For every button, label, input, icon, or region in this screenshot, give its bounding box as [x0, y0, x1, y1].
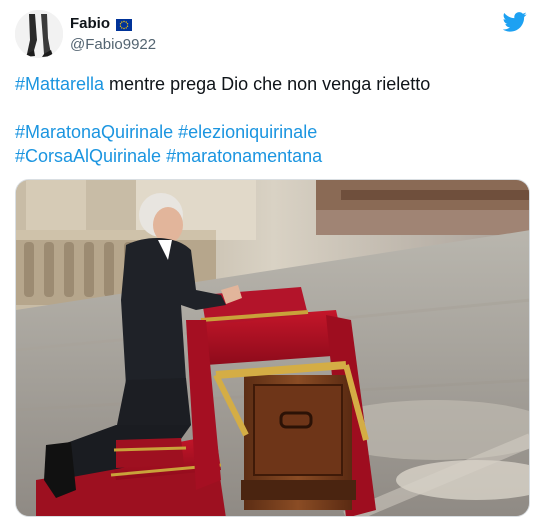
eu-flag-icon	[116, 18, 132, 31]
author-name-row[interactable]: Fabio	[70, 15, 132, 32]
tweet-body-text: mentre prega Dio che non venga rieletto	[104, 74, 431, 94]
tweet-card: Fabio @Fabio9922 #Mattarella mentre preg…	[0, 0, 537, 527]
hashtag-link[interactable]: #elezioniquirinale	[178, 122, 317, 142]
tweet-photo[interactable]	[15, 179, 530, 517]
hashtag-link[interactable]: #Mattarella	[15, 74, 104, 94]
twitter-bird-icon[interactable]	[502, 12, 527, 32]
display-name[interactable]: Fabio	[70, 15, 110, 32]
tweet-line-1: #Mattarella mentre prega Dio che non ven…	[15, 72, 515, 96]
tweet-text: #Mattarella mentre prega Dio che non ven…	[15, 72, 515, 168]
hashtag-link[interactable]: #CorsaAlQuirinale	[15, 146, 161, 166]
user-handle[interactable]: @Fabio9922	[70, 36, 156, 53]
hashtag-link[interactable]: #MaratonaQuirinale	[15, 122, 173, 142]
tweet-hashtags: #MaratonaQuirinale #elezioniquirinale #C…	[15, 120, 515, 168]
hashtag-link[interactable]: #maratonamentana	[166, 146, 322, 166]
avatar[interactable]	[15, 10, 63, 58]
